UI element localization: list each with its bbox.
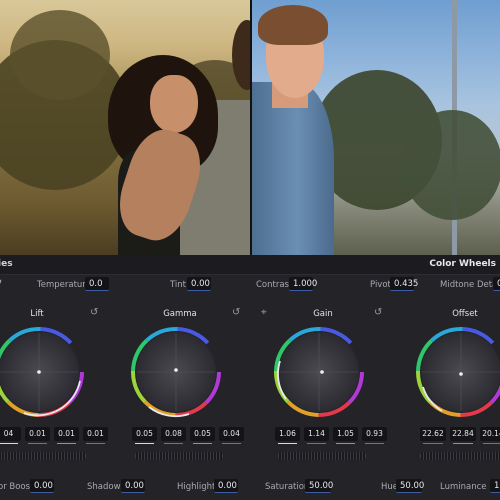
midtone-detail-field[interactable]: 0 bbox=[493, 277, 500, 291]
gamma-y-field[interactable]: 0.05 bbox=[132, 427, 157, 444]
reset-icon[interactable]: ↺ bbox=[232, 307, 240, 318]
lift-title: Lift bbox=[30, 309, 44, 319]
lift-wheel-block: Lift ↺ 04 0.01 0.01 0.01 bbox=[0, 303, 108, 473]
lift-y-field[interactable]: 04 bbox=[0, 427, 21, 444]
gamma-g-field[interactable]: 0.05 bbox=[190, 427, 215, 444]
luminance-mix-field[interactable]: 10 bbox=[490, 479, 500, 493]
panel-left-title: ies bbox=[0, 259, 13, 269]
offset-g-field[interactable]: 22.84 bbox=[450, 427, 476, 444]
eyedropper-icon[interactable]: ∕ bbox=[0, 279, 1, 290]
crosshair-icon[interactable]: ⌖ bbox=[261, 307, 267, 318]
gamma-b-field[interactable]: 0.04 bbox=[219, 427, 244, 444]
lift-color-wheel[interactable] bbox=[0, 321, 86, 423]
viewer-split-right-cool bbox=[252, 0, 500, 255]
saturation-field[interactable]: 50.00 bbox=[305, 479, 333, 493]
contrast-label: Contrast bbox=[256, 280, 293, 290]
gamma-title: Gamma bbox=[163, 309, 197, 319]
lift-g-field[interactable]: 0.01 bbox=[54, 427, 79, 444]
offset-values: 22.62 22.84 20.14 bbox=[420, 427, 500, 444]
shadows-field[interactable]: 0.00 bbox=[121, 479, 145, 493]
panel-header: ies Color Wheels bbox=[0, 255, 500, 275]
gain-title: Gain bbox=[313, 309, 333, 319]
highlights-field[interactable]: 0.00 bbox=[214, 479, 238, 493]
tint-field[interactable]: 0.00 bbox=[187, 277, 211, 291]
temperature-label: Temperature bbox=[37, 280, 91, 290]
color-boost-field[interactable]: 0.00 bbox=[30, 479, 54, 493]
gamma-master-wheel[interactable] bbox=[135, 452, 223, 460]
panel-title: Color Wheels bbox=[429, 259, 496, 269]
gain-r-field[interactable]: 1.14 bbox=[304, 427, 329, 444]
pivot-label: Pivot bbox=[370, 280, 391, 290]
tree-foliage bbox=[402, 110, 500, 220]
offset-title: Offset bbox=[452, 309, 478, 319]
gamma-color-wheel[interactable] bbox=[129, 321, 223, 423]
viewer-split-left-warm bbox=[0, 0, 250, 255]
midtone-detail-label: Midtone Detail bbox=[440, 280, 500, 290]
tint-label: Tint bbox=[170, 280, 187, 290]
color-boost-label: or Boost bbox=[0, 482, 34, 492]
offset-color-wheel[interactable] bbox=[414, 321, 500, 423]
lift-values: 04 0.01 0.01 0.01 bbox=[0, 427, 108, 444]
color-panel: ies Color Wheels ∕ Temperature 0.0 Tint … bbox=[0, 255, 500, 500]
gamma-r-field[interactable]: 0.08 bbox=[161, 427, 186, 444]
shadows-label: Shadows bbox=[87, 482, 125, 492]
woman-face bbox=[150, 75, 198, 133]
primary-params-row: ∕ Temperature 0.0 Tint 0.00 Contrast 1.0… bbox=[0, 277, 500, 295]
gain-wheel-block: Gain ⌖ ↺ 1.06 1.14 1.05 0.93 bbox=[258, 303, 388, 473]
secondary-params-row: or Boost 0.00 Shadows 0.00 Highlights 0.… bbox=[0, 479, 500, 497]
lift-master-wheel[interactable] bbox=[0, 452, 86, 460]
saturation-label: Saturation bbox=[265, 482, 310, 492]
man-hair bbox=[258, 5, 328, 45]
offset-master-wheel[interactable] bbox=[420, 452, 500, 460]
video-viewer[interactable] bbox=[0, 0, 500, 255]
reset-icon[interactable]: ↺ bbox=[374, 307, 382, 318]
gamma-values: 0.05 0.08 0.05 0.04 bbox=[132, 427, 244, 444]
pivot-field[interactable]: 0.435 bbox=[390, 277, 418, 291]
gain-g-field[interactable]: 1.05 bbox=[333, 427, 358, 444]
gamma-wheel-block: Gamma ↺ 0.05 0.08 0.05 0.04 bbox=[115, 303, 245, 473]
gain-values: 1.06 1.14 1.05 0.93 bbox=[275, 427, 387, 444]
reset-icon[interactable]: ↺ bbox=[90, 307, 98, 318]
lift-r-field[interactable]: 0.01 bbox=[25, 427, 50, 444]
lift-b-field[interactable]: 0.01 bbox=[83, 427, 108, 444]
temperature-field[interactable]: 0.0 bbox=[85, 277, 109, 291]
offset-wheel-block: Offset 22.62 22.84 20.14 bbox=[400, 303, 500, 473]
gain-color-wheel[interactable] bbox=[272, 321, 366, 423]
hue-field[interactable]: 50.00 bbox=[396, 479, 424, 493]
tree-foliage bbox=[10, 10, 110, 100]
split-divider[interactable] bbox=[250, 0, 252, 255]
gain-b-field[interactable]: 0.93 bbox=[362, 427, 387, 444]
offset-r-field[interactable]: 22.62 bbox=[420, 427, 446, 444]
contrast-field[interactable]: 1.000 bbox=[289, 277, 317, 291]
gain-master-wheel[interactable] bbox=[278, 452, 366, 460]
gain-y-field[interactable]: 1.06 bbox=[275, 427, 300, 444]
offset-b-field[interactable]: 20.14 bbox=[480, 427, 500, 444]
